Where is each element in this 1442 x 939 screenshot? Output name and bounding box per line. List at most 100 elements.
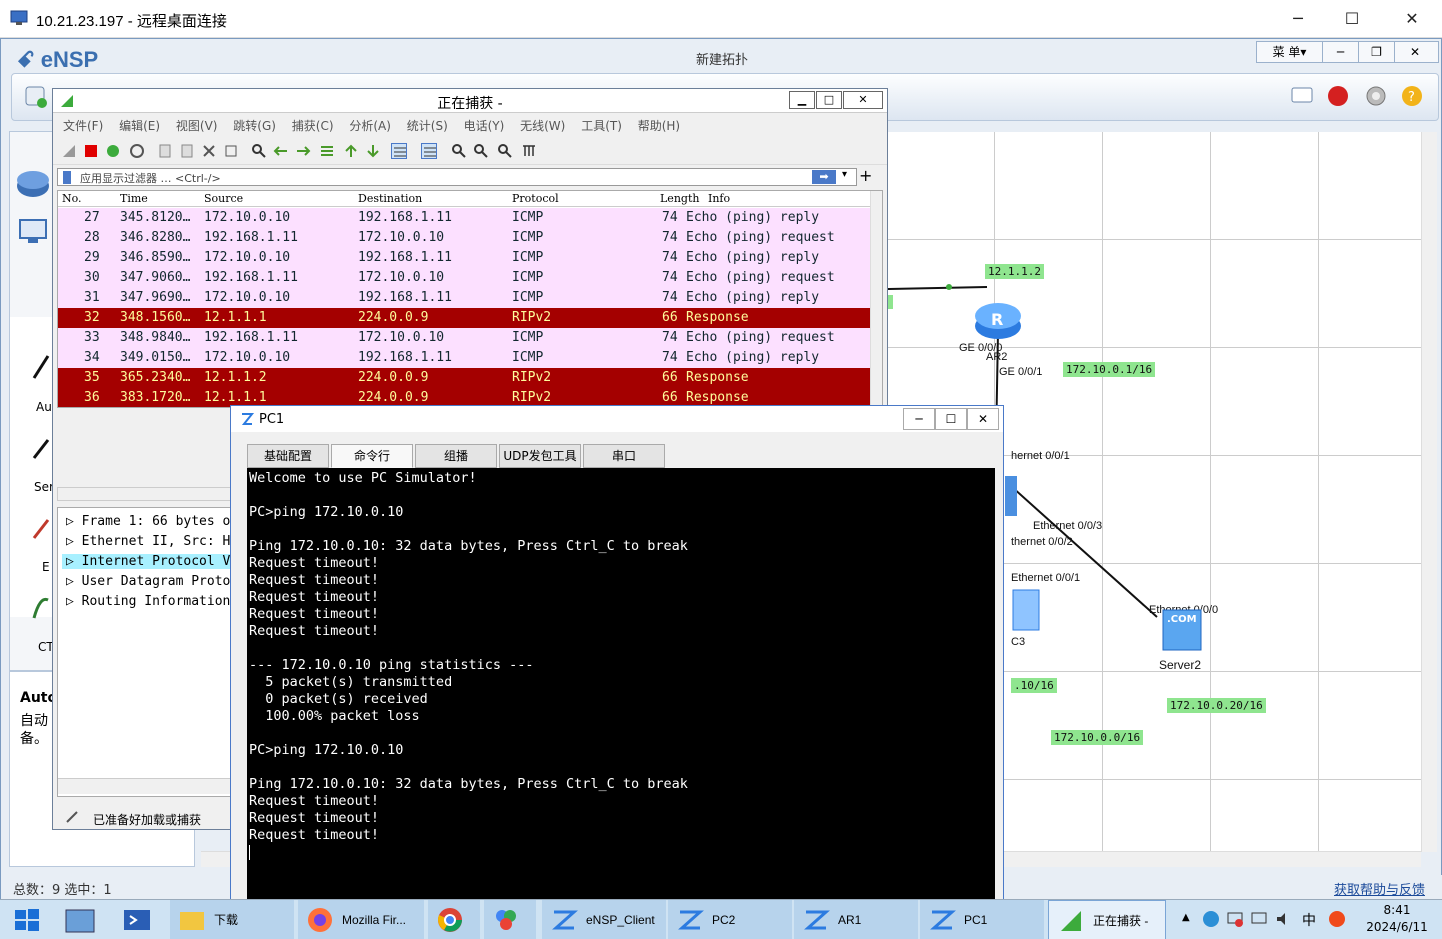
menu-go[interactable]: 跳转(G) (233, 115, 276, 137)
router-icon[interactable] (14, 166, 52, 200)
col-time[interactable]: Time (120, 191, 148, 207)
close-button[interactable]: ✕ (1382, 0, 1442, 38)
detail-rip[interactable]: ▷ Routing Information (66, 594, 230, 609)
col-destination[interactable]: Destination (358, 191, 422, 207)
colorize-icon[interactable] (421, 143, 437, 159)
edit-comment-icon[interactable] (65, 810, 79, 824)
pc1-minimize-button[interactable]: ─ (903, 408, 935, 430)
reload-file-icon[interactable] (223, 143, 239, 159)
first-packet-icon[interactable] (343, 143, 359, 159)
menu-tools[interactable]: 工具(T) (581, 115, 622, 137)
ar2-router-icon[interactable]: R (973, 296, 1023, 342)
settings-icon[interactable] (1363, 83, 1389, 109)
restart-capture-icon[interactable] (105, 143, 121, 159)
detail-udp[interactable]: ▷ User Datagram Proto (66, 574, 230, 589)
packet-list-scrollbar[interactable] (870, 191, 882, 407)
ensp-close-button[interactable]: ✕ (1395, 42, 1435, 62)
taskbar-app[interactable] (484, 900, 536, 939)
maximize-button[interactable]: ☐ (1322, 0, 1382, 38)
packet-details[interactable]: ▷ Frame 1: 66 bytes o ▷ Ethernet II, Src… (57, 507, 237, 797)
open-file-icon[interactable] (157, 143, 173, 159)
switch-icon[interactable] (1005, 476, 1017, 516)
menu-button[interactable]: 菜 单▾ (1257, 42, 1323, 62)
clock[interactable]: 8:41 2024/6/11 (1362, 902, 1432, 936)
stop-capture-icon[interactable] (83, 143, 99, 159)
taskbar-wireshark[interactable]: 正在捕获 - (1048, 900, 1166, 939)
tray-expand-icon[interactable]: ▲ (1182, 912, 1190, 923)
zoom-out-icon[interactable] (473, 143, 489, 159)
autoscroll-icon[interactable] (391, 143, 407, 159)
detail-frame[interactable]: ▷ Frame 1: 66 bytes o (66, 514, 230, 529)
packet-list[interactable]: No. Time Source Destination Protocol Len… (57, 190, 883, 408)
resize-columns-icon[interactable] (521, 143, 537, 159)
normal-size-icon[interactable] (497, 143, 513, 159)
packet-row[interactable]: 31 347.9690… 172.10.0.10 192.168.1.11 ICMP 74… (58, 288, 870, 308)
filter-dropdown-icon[interactable]: ▾ (842, 169, 847, 180)
go-back-icon[interactable] (273, 143, 289, 159)
auto-connect-icon[interactable] (30, 352, 54, 382)
find-packet-icon[interactable] (251, 143, 267, 159)
packet-row[interactable]: 27 345.8120… 172.10.0.10 192.168.1.11 ICMP 74… (58, 208, 870, 228)
save-file-icon[interactable] (179, 143, 195, 159)
tab-serial[interactable]: 串口 (583, 444, 665, 468)
menu-telephony[interactable]: 电话(Y) (464, 115, 505, 137)
sogou-icon[interactable] (1328, 910, 1346, 928)
edge-icon[interactable] (1202, 910, 1220, 928)
detail-hscroll[interactable] (58, 778, 236, 794)
bookmark-icon[interactable] (62, 171, 72, 184)
taskbar-pc1[interactable]: PC1 (920, 900, 1044, 939)
ws-maximize-button[interactable]: □ (816, 91, 842, 109)
taskbar-ensp-client[interactable]: eNSP_Client (542, 900, 666, 939)
go-to-packet-icon[interactable] (319, 143, 335, 159)
packet-row[interactable]: 33 348.9840… 192.168.1.11 172.10.0.10 ICMP 74… (58, 328, 870, 348)
powershell-icon[interactable] (122, 906, 152, 934)
col-no[interactable]: No. (62, 191, 82, 207)
taskbar-pc2[interactable]: PC2 (668, 900, 792, 939)
packet-row[interactable]: 28 346.8280… 192.168.1.11 172.10.0.10 ICMP 74… (58, 228, 870, 248)
tab-udp-tool[interactable]: UDP发包工具 (499, 444, 581, 468)
ensp-restore-button[interactable]: ❐ (1359, 42, 1395, 62)
taskbar-firefox[interactable]: Mozilla Fir... (298, 900, 424, 939)
help-feedback-link[interactable]: 获取帮助与反馈 (1334, 879, 1425, 898)
detail-ethernet[interactable]: ▷ Ethernet II, Src: H (66, 534, 230, 549)
detail-ip[interactable]: ▷ Internet Protocol V (62, 554, 231, 569)
pc1-close-button[interactable]: ✕ (967, 408, 999, 430)
new-topology-icon[interactable] (23, 83, 49, 109)
menu-edit[interactable]: 编辑(E) (119, 115, 160, 137)
taskbar-downloads[interactable]: 下载 (170, 900, 294, 939)
server-manager-icon[interactable] (62, 906, 98, 936)
col-info[interactable]: Info (708, 191, 730, 207)
tab-multicast[interactable]: 组播 (415, 444, 497, 468)
start-capture-icon[interactable] (61, 143, 77, 159)
menu-wireless[interactable]: 无线(W) (520, 115, 565, 137)
volume-icon[interactable] (1274, 910, 1292, 928)
menu-analyze[interactable]: 分析(A) (349, 115, 391, 137)
tab-basic-config[interactable]: 基础配置 (247, 444, 329, 468)
ime-indicator[interactable]: 中 (1302, 910, 1316, 930)
go-forward-icon[interactable] (295, 143, 311, 159)
display-icon[interactable] (1250, 910, 1268, 928)
close-file-icon[interactable] (201, 143, 217, 159)
ws-close-button[interactable]: ✕ (843, 91, 883, 109)
zoom-in-icon[interactable] (451, 143, 467, 159)
menu-view[interactable]: 视图(V) (176, 115, 218, 137)
serial-cable-icon[interactable] (30, 432, 54, 462)
packet-list-hscroll[interactable] (57, 487, 237, 501)
col-source[interactable]: Source (204, 191, 243, 207)
menu-capture[interactable]: 捕获(C) (292, 115, 334, 137)
minimize-button[interactable]: ─ (1268, 0, 1328, 38)
server2-icon[interactable]: .COM (1161, 608, 1203, 654)
packet-row[interactable]: 34 349.0150… 172.10.0.10 192.168.1.11 ICMP 74… (58, 348, 870, 368)
apply-filter-arrow-icon[interactable]: ➡ (812, 170, 836, 184)
help-icon[interactable]: ? (1399, 83, 1425, 109)
last-packet-icon[interactable] (365, 143, 381, 159)
display-filter-input[interactable]: 应用显示过滤器 … <Ctrl-/> ➡ ▾ (57, 168, 857, 186)
pc1-maximize-button[interactable]: ☐ (935, 408, 967, 430)
canvas-vertical-scrollbar[interactable] (1421, 132, 1437, 852)
packet-row[interactable]: 32 348.1560… 12.1.1.1 224.0.0.9 RIPv2 66 Respo… (58, 308, 870, 328)
windows-start-icon[interactable] (14, 908, 40, 932)
packet-row[interactable]: 35 365.2340… 12.1.1.2 224.0.0.9 RIPv2 66 Respo… (58, 368, 870, 388)
ethernet-cable-icon[interactable] (30, 512, 54, 542)
huawei-icon[interactable] (1325, 83, 1351, 109)
chat-icon[interactable] (1289, 83, 1315, 109)
